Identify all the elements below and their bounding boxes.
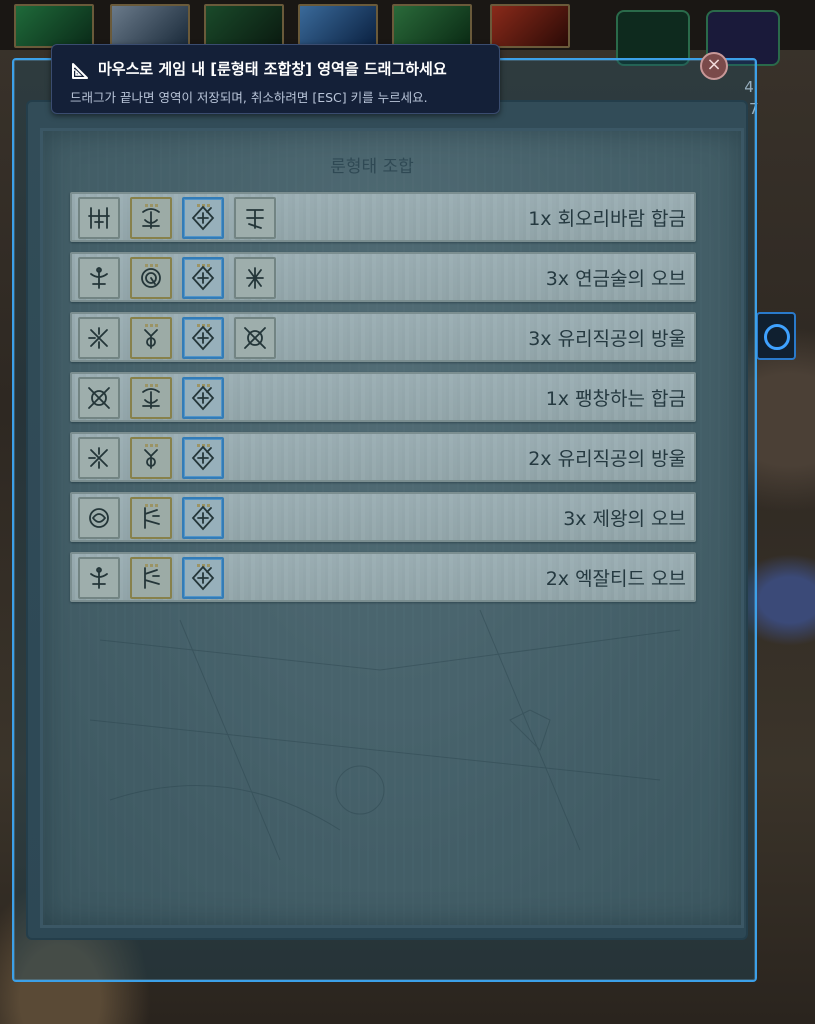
skill-slot-5[interactable] xyxy=(392,4,472,48)
skill-slot-2[interactable] xyxy=(110,4,190,48)
skill-slot-6[interactable] xyxy=(490,4,570,48)
tooltip-title: 마우스로 게임 내 [룬형태 조합창] 영역을 드래그하세요 xyxy=(98,60,447,78)
skill-bar xyxy=(0,0,815,66)
tooltip-subtitle: 드래그가 끝나면 영역이 저장되며, 취소하려면 [ESC] 키를 누르세요. xyxy=(70,90,428,105)
drag-selection-area[interactable] xyxy=(12,58,757,982)
close-icon: × xyxy=(706,54,722,75)
side-orb-icon[interactable] xyxy=(756,312,796,360)
ruler-triangle-icon xyxy=(72,63,88,79)
drag-instruction-tooltip: 마우스로 게임 내 [룬형태 조합창] 영역을 드래그하세요 드래그가 끝나면 … xyxy=(51,44,500,114)
close-button[interactable]: × xyxy=(700,52,728,80)
skill-slot-3[interactable] xyxy=(204,4,284,48)
skill-slot-1[interactable] xyxy=(14,4,94,48)
skill-slot-4[interactable] xyxy=(298,4,378,48)
